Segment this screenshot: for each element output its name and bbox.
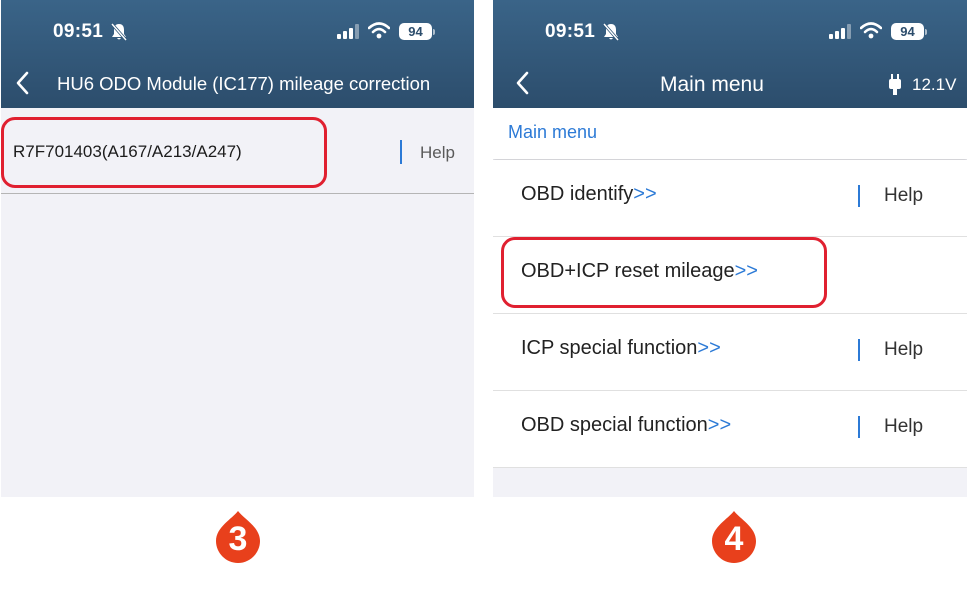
- battery-nub: [433, 29, 435, 35]
- help-button[interactable]: Help: [884, 339, 923, 361]
- step-badge-3: 3: [214, 511, 262, 563]
- right-header: 09:51 94 Main menu 12.1V: [493, 0, 967, 108]
- wifi-icon: [860, 22, 882, 39]
- page-title: HU6 ODO Module (IC177) mileage correctio…: [57, 73, 431, 94]
- highlight-box: [1, 117, 327, 188]
- row-divider: [858, 416, 860, 438]
- step-number: 3: [228, 520, 248, 558]
- battery-indicator: 94: [399, 23, 432, 40]
- menu-item-label: OBD identify>>: [521, 183, 657, 206]
- back-chevron-icon[interactable]: [515, 71, 529, 95]
- row-divider: [858, 339, 860, 361]
- page-title: Main menu: [660, 73, 764, 96]
- chevrons-icon: >>: [697, 337, 721, 359]
- bell-slash-icon: [110, 23, 128, 41]
- chevrons-icon: >>: [633, 183, 657, 205]
- wifi-icon: [368, 22, 390, 39]
- menu-item-label: ICP special function>>: [521, 337, 721, 360]
- menu-item-icp-special-function[interactable]: ICP special function>> Help: [493, 314, 967, 391]
- signal-icon: [337, 24, 359, 39]
- menu-item-text: ICP special function: [521, 337, 698, 359]
- menu-item-text: OBD special function: [521, 414, 708, 436]
- row-divider: [400, 140, 402, 164]
- step-badge-4: 4: [710, 511, 758, 563]
- left-screen: 09:51 94 HU6 ODO Module (IC177) mileage …: [1, 0, 474, 497]
- status-time: 09:51: [53, 21, 104, 42]
- voltage-readout: 12.1V: [912, 75, 957, 94]
- back-chevron-icon[interactable]: [15, 71, 29, 95]
- chevrons-icon: >>: [707, 414, 732, 436]
- step-number: 4: [724, 520, 744, 558]
- menu-list: OBD identify>> Help OBD+ICP reset mileag…: [493, 160, 967, 468]
- battery-indicator: 94: [891, 23, 924, 40]
- menu-item-label: OBD special function>>: [521, 414, 731, 437]
- battery-nub: [925, 29, 927, 35]
- highlight-box: [501, 237, 827, 308]
- help-button[interactable]: Help: [884, 185, 923, 207]
- help-button[interactable]: Help: [884, 416, 923, 438]
- bell-slash-icon: [602, 23, 620, 41]
- right-screen: 09:51 94 Main menu 12.1V Main menu OBD i…: [493, 0, 967, 497]
- signal-icon: [829, 24, 851, 39]
- menu-item-text: OBD identify: [521, 183, 634, 205]
- menu-item-obd-special-function[interactable]: OBD special function>> Help: [493, 391, 967, 468]
- status-time: 09:51: [545, 21, 596, 42]
- row-divider: [858, 185, 860, 207]
- help-button[interactable]: Help: [420, 143, 455, 163]
- menu-item-obd-identify[interactable]: OBD identify>> Help: [493, 160, 967, 237]
- plug-icon: [889, 74, 901, 95]
- left-header: 09:51 94 HU6 ODO Module (IC177) mileage …: [1, 0, 474, 108]
- breadcrumb-bar: Main menu: [493, 108, 967, 159]
- breadcrumb[interactable]: Main menu: [508, 122, 597, 143]
